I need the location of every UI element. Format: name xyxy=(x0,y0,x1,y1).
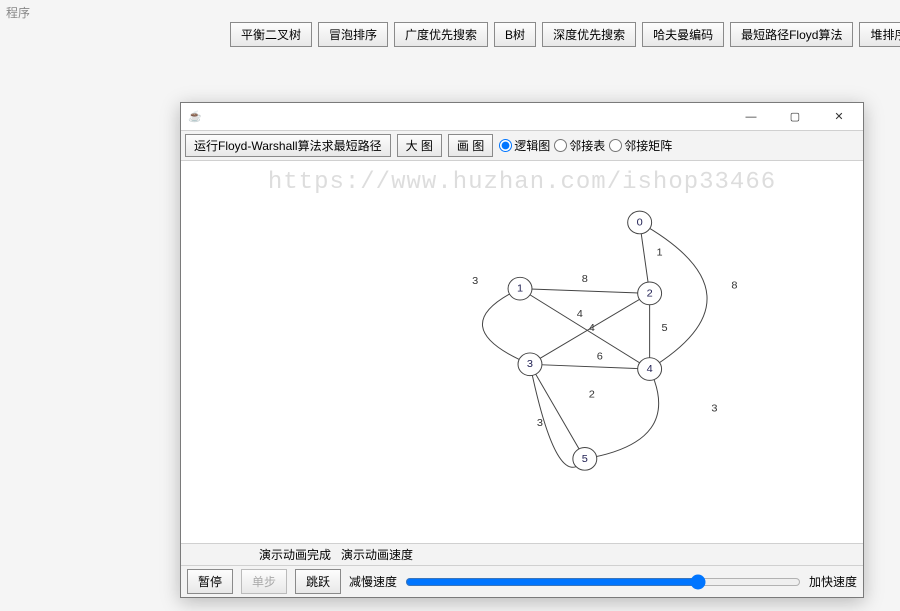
radio-logic-input[interactable] xyxy=(499,139,512,152)
step-button[interactable]: 单步 xyxy=(241,569,287,594)
java-icon: ☕ xyxy=(187,109,203,125)
svg-text:8: 8 xyxy=(582,273,588,285)
fast-speed-label: 加快速度 xyxy=(809,573,857,590)
svg-text:3: 3 xyxy=(537,417,543,429)
radio-adjmatrix-input[interactable] xyxy=(609,139,622,152)
svg-text:3: 3 xyxy=(527,358,533,370)
radio-adjmatrix-label: 邻接矩阵 xyxy=(624,137,672,154)
graph-canvas[interactable]: https://www.huzhan.com/ishop33466 183445… xyxy=(181,161,863,543)
svg-text:2: 2 xyxy=(647,288,653,300)
draw-image-button[interactable]: 画 图 xyxy=(448,134,493,157)
svg-text:8: 8 xyxy=(731,280,737,292)
skip-button[interactable]: 跳跃 xyxy=(295,569,341,594)
run-floyd-button[interactable]: 运行Floyd-Warshall算法求最短路径 xyxy=(185,134,391,157)
toolbar-btn-bfs[interactable]: 广度优先搜索 xyxy=(394,22,488,47)
titlebar: ☕ — ▢ ✕ xyxy=(181,103,863,131)
view-mode-radio-group: 逻辑图 邻接表 邻接矩阵 xyxy=(499,137,672,154)
svg-text:2: 2 xyxy=(589,389,595,401)
svg-text:0: 0 xyxy=(637,217,643,229)
svg-text:4: 4 xyxy=(647,363,653,375)
toolbar-btn-heap[interactable]: 堆排序 xyxy=(859,22,900,47)
svg-text:4: 4 xyxy=(577,308,583,320)
radio-adjlist-label: 邻接表 xyxy=(569,137,605,154)
inner-window: ☕ — ▢ ✕ 运行Floyd-Warshall算法求最短路径 大 图 画 图 … xyxy=(180,102,864,598)
svg-text:5: 5 xyxy=(662,322,668,334)
radio-logic[interactable]: 逻辑图 xyxy=(499,137,550,154)
radio-adjlist[interactable]: 邻接表 xyxy=(554,137,605,154)
graph-svg: 18344563328012345 xyxy=(181,161,863,543)
window-close-button[interactable]: ✕ xyxy=(817,105,861,129)
toolbar-btn-btree[interactable]: B树 xyxy=(494,22,536,47)
toolbar-btn-huffman[interactable]: 哈夫曼编码 xyxy=(642,22,724,47)
radio-adjlist-input[interactable] xyxy=(554,139,567,152)
svg-text:3: 3 xyxy=(711,403,717,415)
radio-logic-label: 逻辑图 xyxy=(514,137,550,154)
toolbar-btn-dfs[interactable]: 深度优先搜索 xyxy=(542,22,636,47)
svg-text:3: 3 xyxy=(472,275,478,287)
slow-speed-label: 减慢速度 xyxy=(349,573,397,590)
speed-slider[interactable] xyxy=(405,574,801,590)
bottom-controls: 暂停 单步 跳跃 减慢速度 加快速度 xyxy=(181,565,863,597)
svg-text:1: 1 xyxy=(517,283,523,295)
big-image-button[interactable]: 大 图 xyxy=(397,134,442,157)
window-maximize-button[interactable]: ▢ xyxy=(773,105,817,129)
pause-button[interactable]: 暂停 xyxy=(187,569,233,594)
window-minimize-button[interactable]: — xyxy=(729,105,773,129)
main-toolbar: 平衡二叉树 冒泡排序 广度优先搜索 B树 深度优先搜索 哈夫曼编码 最短路径Fl… xyxy=(230,22,900,47)
toolbar-btn-avl[interactable]: 平衡二叉树 xyxy=(230,22,312,47)
svg-text:6: 6 xyxy=(597,351,603,363)
outer-window-title: 程序 xyxy=(6,4,30,21)
status-animation-done: 演示动画完成 xyxy=(259,546,331,563)
status-bar: 演示动画完成 演示动画速度 xyxy=(181,543,863,565)
svg-text:5: 5 xyxy=(582,453,588,465)
toolbar-btn-bubble[interactable]: 冒泡排序 xyxy=(318,22,388,47)
svg-text:4: 4 xyxy=(589,322,595,334)
speed-slider-wrap xyxy=(405,574,801,590)
inner-toolbar: 运行Floyd-Warshall算法求最短路径 大 图 画 图 逻辑图 邻接表 … xyxy=(181,131,863,161)
radio-adjmatrix[interactable]: 邻接矩阵 xyxy=(609,137,672,154)
svg-text:1: 1 xyxy=(657,247,663,259)
status-animation-speed-label: 演示动画速度 xyxy=(341,546,413,563)
toolbar-btn-floyd[interactable]: 最短路径Floyd算法 xyxy=(730,22,853,47)
